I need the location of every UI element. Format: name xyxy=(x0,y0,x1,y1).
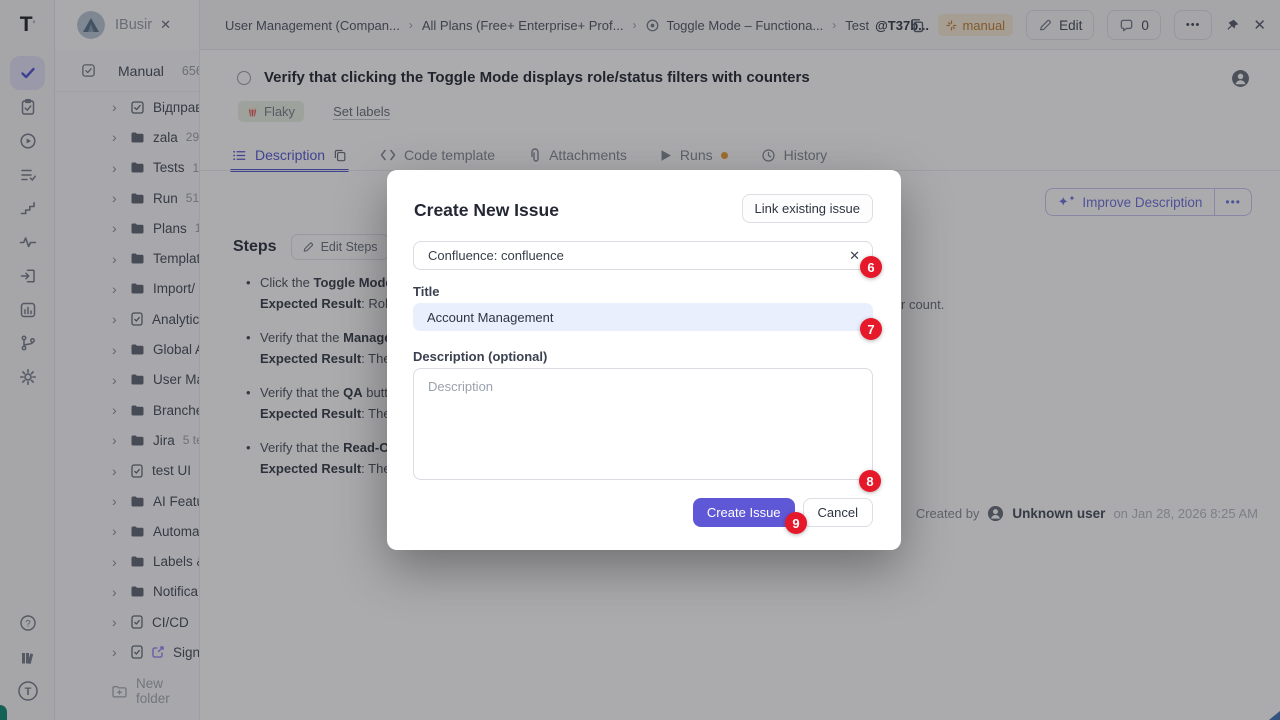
clear-selection-icon[interactable]: ✕ xyxy=(849,248,860,264)
annotation-badge-8: 8 xyxy=(859,470,881,492)
annotation-badge-6: 6 xyxy=(860,256,882,278)
integration-select[interactable]: Confluence: confluence ✕ xyxy=(413,241,873,270)
annotation-badge-9: 9 xyxy=(785,512,807,534)
description-field-label: Description (optional) xyxy=(413,349,547,364)
cancel-button[interactable]: Cancel xyxy=(803,498,873,527)
modal-title: Create New Issue xyxy=(414,200,559,221)
annotation-badge-7: 7 xyxy=(860,318,882,340)
link-existing-issue-button[interactable]: Link existing issue xyxy=(742,194,874,223)
create-issue-button[interactable]: Create Issue xyxy=(693,498,795,527)
create-new-issue-modal: Create New Issue Link existing issue Con… xyxy=(387,170,901,550)
integration-select-value: Confluence: confluence xyxy=(428,248,564,263)
issue-title-input[interactable] xyxy=(413,303,873,331)
app-window: T' ? xyxy=(0,0,1280,720)
title-field-label: Title xyxy=(413,284,440,299)
issue-description-textarea[interactable] xyxy=(413,368,873,480)
